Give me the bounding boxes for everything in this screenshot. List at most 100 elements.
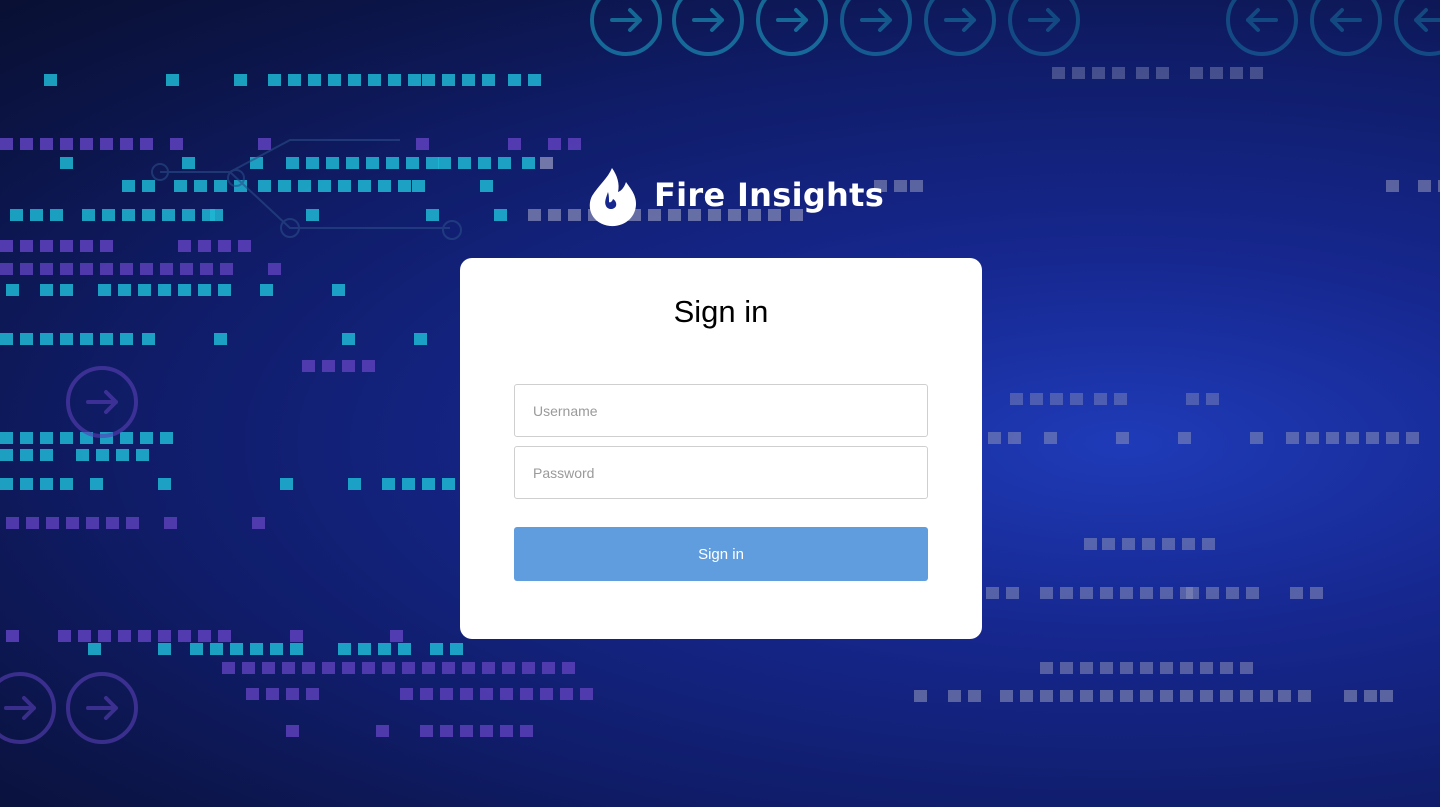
background-dot (194, 180, 207, 192)
background-dot (268, 263, 281, 275)
background-dot (1346, 432, 1359, 444)
background-dot (1100, 587, 1113, 599)
background-dot (1180, 662, 1193, 674)
background-dot (96, 449, 109, 461)
background-dot (1142, 538, 1155, 550)
background-dot (102, 209, 115, 221)
background-dot (348, 478, 361, 490)
background-dot (422, 662, 435, 674)
background-dot (378, 180, 391, 192)
background-dot (1344, 690, 1357, 702)
background-dot (158, 630, 171, 642)
background-dot (50, 209, 63, 221)
background-dot (1102, 538, 1115, 550)
background-dot (90, 478, 103, 490)
arrow-circle-icon (1226, 0, 1298, 56)
sign-in-button[interactable]: Sign in (514, 527, 928, 581)
background-dot (82, 209, 95, 221)
background-dot (322, 360, 335, 372)
background-dot (462, 662, 475, 674)
background-dot (140, 138, 153, 150)
background-dot (306, 209, 319, 221)
background-dot (116, 449, 129, 461)
background-dot (30, 209, 43, 221)
background-dot (138, 630, 151, 642)
background-dot (86, 517, 99, 529)
background-dot (318, 180, 331, 192)
background-dot (358, 643, 371, 655)
background-dot (106, 517, 119, 529)
background-dot (326, 157, 339, 169)
background-dot (218, 284, 231, 296)
background-dot (450, 643, 463, 655)
background-dot (508, 138, 521, 150)
background-dot (302, 662, 315, 674)
background-dot (1230, 67, 1243, 79)
background-dot (250, 157, 263, 169)
password-input[interactable] (514, 446, 928, 499)
background-dot (332, 284, 345, 296)
background-dot (286, 688, 299, 700)
background-dot (440, 725, 453, 737)
background-dot (1010, 393, 1023, 405)
background-dot (40, 263, 53, 275)
username-input[interactable] (514, 384, 928, 437)
background-dot (302, 360, 315, 372)
background-dot (540, 688, 553, 700)
background-dot (502, 662, 515, 674)
background-dot (1250, 67, 1263, 79)
background-dot (182, 157, 195, 169)
background-dot (1178, 432, 1191, 444)
background-dot (120, 138, 133, 150)
background-dot (1160, 587, 1173, 599)
background-dot (306, 688, 319, 700)
background-dot (460, 688, 473, 700)
background-dot (426, 209, 439, 221)
background-dot (1040, 690, 1053, 702)
background-dot (342, 662, 355, 674)
background-dot (508, 74, 521, 86)
background-dot (100, 432, 113, 444)
background-dot (1008, 432, 1021, 444)
background-dot (1180, 587, 1193, 599)
background-dot (158, 478, 171, 490)
background-dot (1040, 587, 1053, 599)
background-dot (178, 284, 191, 296)
background-dot (498, 157, 511, 169)
background-dot (462, 74, 475, 86)
background-dot (520, 688, 533, 700)
background-dot (142, 333, 155, 345)
background-dot (178, 240, 191, 252)
background-dot (40, 284, 53, 296)
background-dot (164, 517, 177, 529)
background-dot (6, 284, 19, 296)
background-dot (422, 74, 435, 86)
background-dot (1260, 690, 1273, 702)
background-dot (0, 138, 13, 150)
background-dot (386, 157, 399, 169)
background-dot (60, 284, 73, 296)
background-dot (1044, 432, 1057, 444)
background-dot (100, 138, 113, 150)
background-dot (308, 74, 321, 86)
background-dot (398, 180, 411, 192)
background-dot (560, 688, 573, 700)
background-dot (290, 630, 303, 642)
background-dot (1206, 587, 1219, 599)
background-dot (218, 630, 231, 642)
brand-logo: Fire Insights (586, 166, 884, 228)
background-dot (1156, 67, 1169, 79)
background-dot (120, 333, 133, 345)
background-dot (478, 157, 491, 169)
background-dot (286, 157, 299, 169)
background-dot (100, 333, 113, 345)
background-dot (1186, 587, 1199, 599)
background-dot (414, 333, 427, 345)
background-dot (306, 157, 319, 169)
background-dot (914, 690, 927, 702)
background-dot (140, 432, 153, 444)
background-dot (0, 432, 13, 444)
background-dot (250, 643, 263, 655)
sign-in-card: Sign in Sign in (460, 258, 982, 639)
background-dot (562, 662, 575, 674)
